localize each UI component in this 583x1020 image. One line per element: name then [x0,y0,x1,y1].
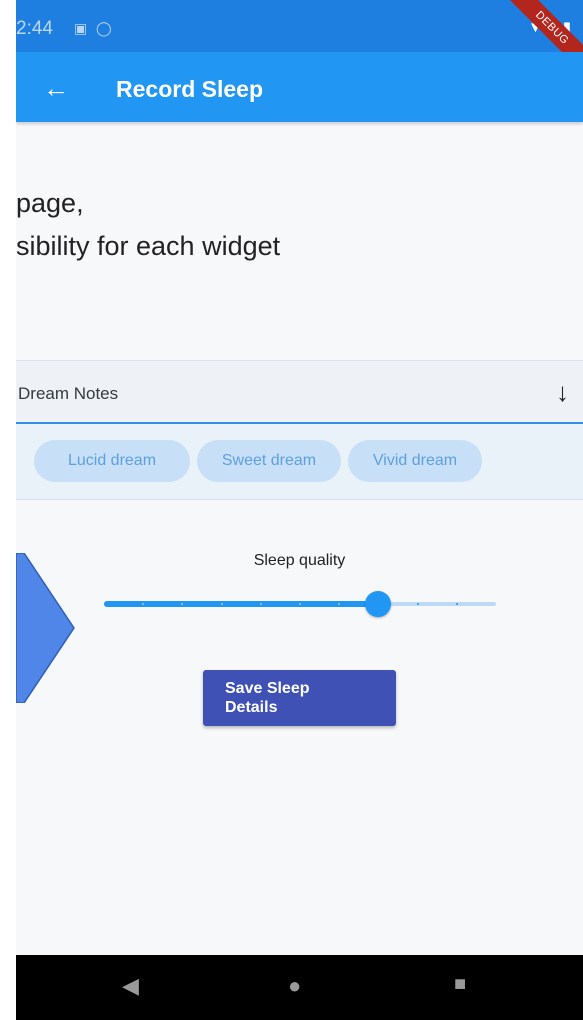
instruction-line-2: sibility for each widget [16,231,281,261]
shield-icon: ◯ [96,20,112,36]
chip-lucid-dream[interactable]: Lucid dream [34,440,190,482]
app-bar: ← Record Sleep [16,52,583,122]
phone-screen: 2:44 ▣ ◯ ▼ ◢ ▮ DEBUG ← Record Sleep page… [16,0,583,1020]
status-bar: 2:44 ▣ ◯ ▼ ◢ ▮ DEBUG [16,0,583,82]
nav-recents-icon[interactable]: ■ [454,973,466,996]
dream-notes-dropdown[interactable]: Dream Notes ↓ [16,360,583,424]
slider-tick [299,603,301,605]
dream-chips-area: Lucid dream Sweet dream Vivid dream [16,424,583,500]
nav-back-icon[interactable]: ◀ [122,973,139,999]
save-sleep-details-button[interactable]: Save Sleep Details [203,670,396,726]
slider-tick [455,603,458,605]
pointer-arrow-shape [16,553,75,703]
back-button[interactable]: ← [36,68,76,108]
arrow-back-icon: ← [43,73,69,103]
chip-sweet-dream[interactable]: Sweet dream [197,440,341,482]
slider-tick [259,603,262,605]
notification-icon: ▣ [74,20,88,36]
nav-home-icon[interactable]: ● [288,973,301,999]
arrow-down-icon: ↓ [556,377,569,407]
sleep-quality-label: Sleep quality [253,552,346,569]
status-time: 2:44 [16,18,53,39]
dream-notes-label: Dream Notes [18,384,119,403]
slider-thumb[interactable] [365,591,392,617]
screenshot-canvas: 2:44 ▣ ◯ ▼ ◢ ▮ DEBUG ← Record Sleep page… [0,0,583,1020]
instruction-line-1: page, [16,188,84,218]
page-title: Record Sleep [116,76,263,102]
slider-tick [220,603,223,605]
slider-tick [416,603,419,605]
chip-vivid-dream[interactable]: Vivid dream [348,440,482,482]
sleep-quality-slider[interactable] [104,590,496,620]
android-nav-bar: ◀ ● ■ [16,955,583,1020]
